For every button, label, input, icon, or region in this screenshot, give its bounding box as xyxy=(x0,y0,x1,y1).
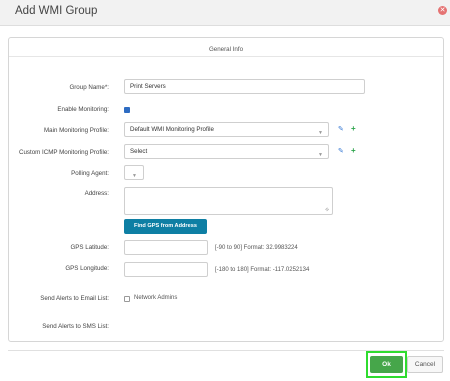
edit-icon[interactable]: ✎ xyxy=(338,125,344,133)
section-title: General Info xyxy=(208,46,244,53)
address-label: Address: xyxy=(84,190,109,197)
find-gps-button[interactable]: Find GPS from Address xyxy=(124,219,207,234)
ok-button[interactable]: Ok xyxy=(370,356,403,373)
gps-latitude-label: GPS Latitude: xyxy=(70,244,109,251)
sms-list-label: Send Alerts to SMS List: xyxy=(42,323,109,330)
polling-agent-label: Polling Agent: xyxy=(71,170,109,177)
dialog-title: Add WMI Group xyxy=(15,5,98,17)
close-icon[interactable]: ✕ xyxy=(438,6,447,15)
chevron-down-icon: ▼ xyxy=(132,173,137,179)
cancel-button[interactable]: Cancel xyxy=(407,356,443,373)
general-info-panel: General Info Group Name*: Print Servers … xyxy=(8,37,444,342)
gps-longitude-input[interactable] xyxy=(124,262,208,277)
address-textarea[interactable]: ≡ xyxy=(124,187,333,215)
chevron-down-icon: ▼ xyxy=(318,130,323,136)
main-profile-value: Default WMI Monitoring Profile xyxy=(130,126,214,133)
gps-longitude-label: GPS Longitude: xyxy=(65,265,109,272)
group-name-input[interactable]: Print Servers xyxy=(124,79,365,94)
section-divider xyxy=(9,56,443,57)
polling-agent-select[interactable]: ▼ xyxy=(124,165,144,180)
gps-latitude-input[interactable] xyxy=(124,240,208,255)
network-admins-label: Network Admins xyxy=(134,295,178,301)
add-icon[interactable]: + xyxy=(351,124,356,133)
resize-grip-icon[interactable]: ≡ xyxy=(325,207,332,214)
edit-icon[interactable]: ✎ xyxy=(338,147,344,155)
icmp-profile-value: Select xyxy=(130,148,148,155)
chevron-down-icon: ▼ xyxy=(318,152,323,158)
enable-monitoring-checkbox[interactable] xyxy=(124,107,130,113)
icmp-profile-select[interactable]: Select ▼ xyxy=(124,144,329,159)
gps-longitude-hint: [-180 to 180] Format: -117.0252134 xyxy=(215,267,310,273)
network-admins-checkbox[interactable] xyxy=(124,296,130,302)
email-list-label: Send Alerts to Email List: xyxy=(40,295,109,302)
icmp-profile-label: Custom ICMP Monitoring Profile: xyxy=(19,149,109,156)
enable-monitoring-label: Enable Monitoring: xyxy=(57,106,109,113)
dialog-header: Add WMI Group ✕ xyxy=(0,0,450,26)
main-profile-select[interactable]: Default WMI Monitoring Profile ▼ xyxy=(124,122,329,137)
gps-latitude-hint: [-90 to 90] Format: 32.9983224 xyxy=(215,245,298,251)
add-icon[interactable]: + xyxy=(351,146,356,155)
main-profile-label: Main Monitoring Profile: xyxy=(44,127,109,134)
group-name-label: Group Name*: xyxy=(69,84,109,91)
group-name-value: Print Servers xyxy=(130,83,166,90)
